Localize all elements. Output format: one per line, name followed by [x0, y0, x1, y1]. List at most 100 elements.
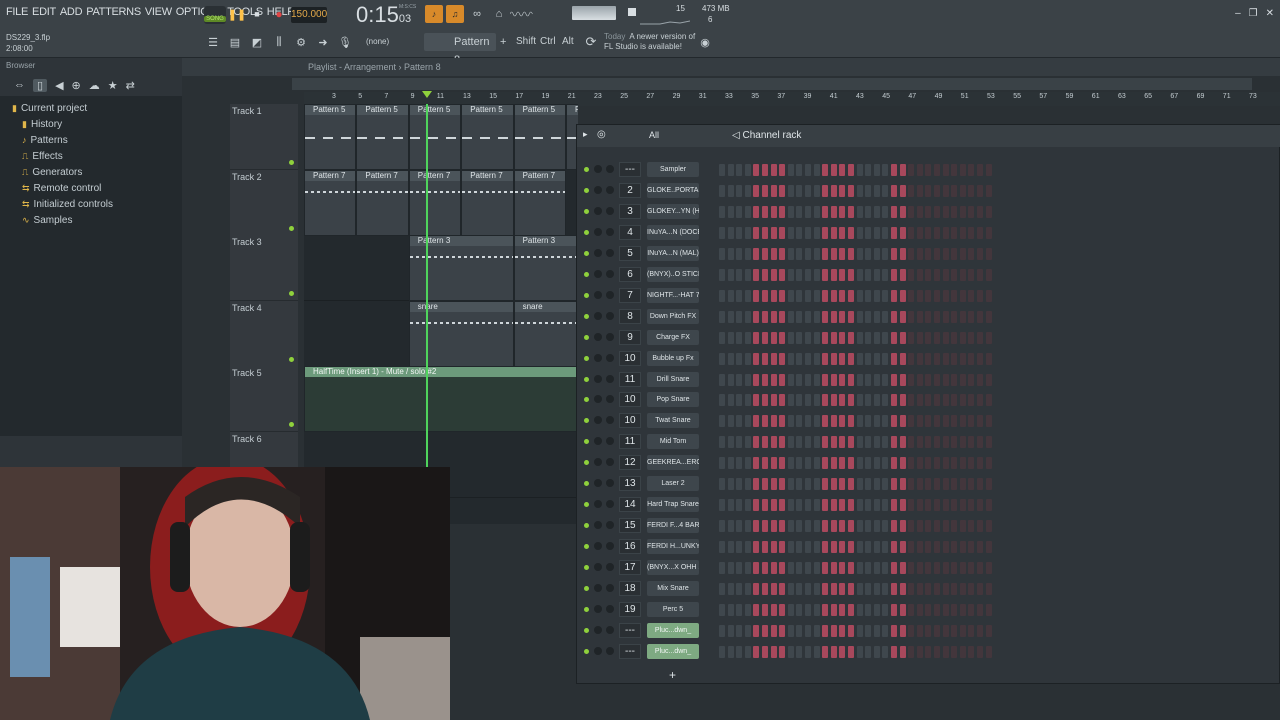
arrow-icon[interactable]: ➜ — [314, 33, 332, 51]
channel-name-button[interactable]: GEEKREA...ERC 7 — [647, 455, 699, 471]
step-button[interactable] — [848, 436, 854, 449]
channel-name-button[interactable]: Charge FX — [647, 329, 699, 345]
track-header[interactable]: Track 5 — [230, 366, 298, 432]
step-button[interactable] — [934, 164, 940, 176]
step-button[interactable] — [873, 164, 880, 176]
step-button[interactable] — [830, 352, 837, 365]
mixer-insert-field[interactable]: 17 — [619, 560, 641, 576]
step-button[interactable] — [805, 624, 811, 637]
step-button[interactable] — [891, 373, 897, 386]
step-button[interactable] — [787, 331, 794, 344]
step-button[interactable] — [787, 562, 794, 575]
step-button[interactable] — [977, 541, 983, 554]
step-button[interactable] — [985, 436, 992, 449]
step-button[interactable] — [959, 352, 966, 365]
step-button[interactable] — [856, 436, 863, 449]
step-button[interactable] — [977, 645, 983, 658]
step-button[interactable] — [891, 394, 897, 407]
channel-knob[interactable] — [606, 500, 614, 509]
channel-name-button[interactable]: Laser 2 — [647, 476, 699, 492]
step-button[interactable] — [934, 457, 940, 470]
step-button[interactable] — [753, 289, 760, 302]
step-button[interactable] — [770, 603, 777, 616]
step-button[interactable] — [908, 331, 915, 344]
step-button[interactable] — [719, 499, 725, 512]
step-button[interactable] — [727, 164, 734, 176]
step-button[interactable] — [985, 562, 992, 575]
step-button[interactable] — [942, 645, 949, 658]
step-button[interactable] — [985, 164, 992, 176]
channel-knob[interactable] — [594, 290, 602, 299]
step-button[interactable] — [977, 394, 983, 407]
step-button[interactable] — [942, 603, 949, 616]
step-button[interactable] — [899, 310, 906, 323]
step-button[interactable] — [813, 603, 820, 616]
step-button[interactable] — [762, 205, 768, 218]
channel-knob[interactable] — [594, 416, 602, 425]
step-button[interactable] — [882, 645, 889, 658]
speaker-icon[interactable]: ◀ — [55, 79, 63, 92]
step-button[interactable] — [959, 499, 966, 512]
step-button[interactable] — [762, 247, 768, 260]
step-button[interactable] — [744, 562, 751, 575]
step-button[interactable] — [762, 603, 768, 616]
step-button[interactable] — [908, 352, 915, 365]
step-button[interactable] — [942, 624, 949, 637]
cloud-icon[interactable]: ☁ — [89, 79, 100, 92]
channel-knob[interactable] — [594, 500, 602, 509]
step-button[interactable] — [925, 268, 932, 281]
step-button[interactable] — [839, 247, 846, 260]
step-button[interactable] — [805, 352, 811, 365]
step-button[interactable] — [796, 603, 803, 616]
step-button[interactable] — [753, 205, 760, 218]
step-button[interactable] — [727, 352, 734, 365]
step-button[interactable] — [753, 645, 760, 658]
pattern-clip[interactable]: snare — [408, 300, 514, 367]
step-button[interactable] — [787, 184, 794, 197]
channel-knob[interactable] — [606, 563, 614, 572]
pattern-clip[interactable]: Pattern 7 — [461, 169, 514, 236]
channel-name-button[interactable]: GLOKE..PORTAS) — [647, 182, 699, 198]
step-button[interactable] — [796, 331, 803, 344]
step-button[interactable] — [753, 226, 760, 239]
channel-knob[interactable] — [594, 542, 602, 551]
mixer-insert-field[interactable]: 11 — [619, 434, 641, 450]
step-button[interactable] — [899, 205, 906, 218]
step-button[interactable] — [719, 624, 725, 637]
step-button[interactable] — [934, 373, 940, 386]
step-button[interactable] — [839, 520, 846, 533]
channel-name-button[interactable]: Pop Snare — [647, 392, 699, 408]
step-button[interactable] — [916, 226, 923, 239]
step-button[interactable] — [805, 394, 811, 407]
step-button[interactable] — [753, 310, 760, 323]
mixer-insert-field[interactable]: 9 — [619, 329, 641, 345]
step-button[interactable] — [916, 289, 923, 302]
arrow-right-icon[interactable]: ▸ — [583, 129, 588, 140]
step-button[interactable] — [865, 415, 872, 428]
step-button[interactable] — [779, 164, 786, 176]
step-button[interactable] — [856, 645, 863, 658]
step-button[interactable] — [968, 415, 975, 428]
step-button[interactable] — [848, 268, 854, 281]
step-button[interactable] — [959, 205, 966, 218]
step-button[interactable] — [805, 499, 811, 512]
step-button[interactable] — [787, 247, 794, 260]
step-button[interactable] — [727, 583, 734, 595]
step-button[interactable] — [736, 624, 743, 637]
step-button[interactable] — [779, 499, 786, 512]
step-button[interactable] — [830, 520, 837, 533]
step-button[interactable] — [899, 583, 906, 595]
channel-name-button[interactable]: Bubble up Fx — [647, 350, 699, 366]
step-button[interactable] — [830, 226, 837, 239]
step-button[interactable] — [865, 562, 872, 575]
shift-key[interactable]: Shift — [516, 36, 536, 47]
step-button[interactable] — [727, 541, 734, 554]
step-button[interactable] — [942, 499, 949, 512]
step-button[interactable] — [762, 184, 768, 197]
step-button[interactable] — [762, 331, 768, 344]
step-button[interactable] — [830, 415, 837, 428]
step-button[interactable] — [830, 310, 837, 323]
step-button[interactable] — [882, 583, 889, 595]
step-button[interactable] — [796, 373, 803, 386]
channel-mute-led[interactable] — [584, 586, 589, 591]
